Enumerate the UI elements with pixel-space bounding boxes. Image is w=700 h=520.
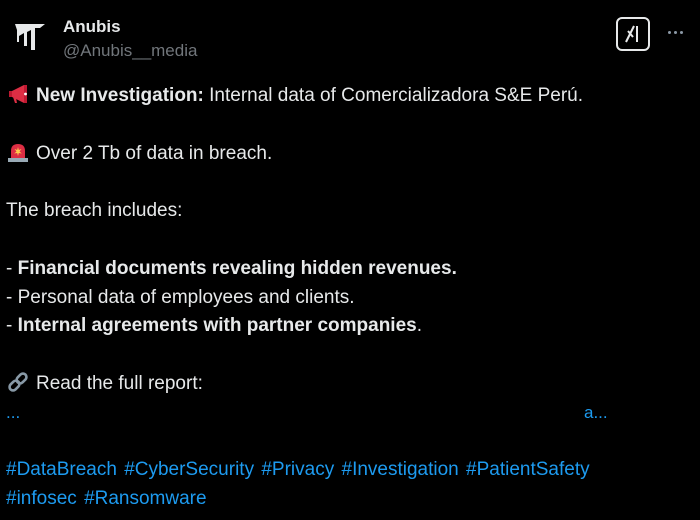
link-icon bbox=[6, 371, 30, 393]
includes-intro: The breach includes: bbox=[6, 200, 183, 222]
post-body: New Investigation: Internal data of Come… bbox=[6, 82, 694, 514]
anubis-logo-icon[interactable] bbox=[12, 18, 48, 54]
more-options-icon[interactable] bbox=[664, 22, 686, 42]
report-link[interactable]: ... a... bbox=[6, 399, 694, 428]
author-name[interactable]: Anubis bbox=[63, 17, 121, 37]
post-header: Anubis @Anubis__media bbox=[0, 0, 700, 72]
report-label: Read the full report: bbox=[36, 372, 203, 394]
hashtags-line-1: #DataBreach #CyberSecurity #Privacy #Inv… bbox=[6, 456, 694, 485]
hashtag-link[interactable]: #Investigation bbox=[342, 459, 459, 480]
list-item: - Internal agreements with partner compa… bbox=[6, 312, 694, 341]
list-item: - Personal data of employees and clients… bbox=[6, 284, 694, 313]
hashtag-link[interactable]: #PatientSafety bbox=[466, 459, 590, 480]
siren-icon bbox=[6, 141, 30, 163]
list-item-text: . bbox=[416, 315, 423, 337]
report-link-start[interactable]: ... bbox=[6, 399, 20, 428]
list-bullet: - bbox=[6, 286, 18, 308]
megaphone-icon bbox=[6, 83, 30, 105]
headline-text: Internal data of Comercializadora S&E Pe… bbox=[203, 85, 583, 106]
hashtag-link[interactable]: #Ransomware bbox=[84, 488, 207, 509]
hashtag-link[interactable]: #Privacy bbox=[261, 459, 334, 480]
hashtag-link[interactable]: #CyberSecurity bbox=[124, 459, 254, 480]
grok-icon[interactable] bbox=[616, 17, 650, 51]
list-item-bold: Internal agreements with partner compani… bbox=[17, 315, 417, 337]
hashtag-link[interactable]: #infosec bbox=[6, 488, 77, 509]
hashtag-link[interactable]: #DataBreach bbox=[6, 459, 117, 480]
list-item-text: Personal data of employees and clients. bbox=[17, 286, 355, 308]
more-dot-icon bbox=[679, 30, 683, 34]
author-handle[interactable]: @Anubis__media bbox=[63, 41, 197, 61]
volume-text: Over 2 Tb of data in breach. bbox=[36, 142, 273, 164]
headline-line: New Investigation: Internal data of Come… bbox=[6, 82, 694, 111]
list-item: - Financial documents revealing hidden r… bbox=[6, 255, 694, 284]
report-line: Read the full report: bbox=[6, 370, 694, 399]
list-bullet: - bbox=[6, 257, 18, 279]
list-bullet: - bbox=[6, 315, 18, 337]
list-item-bold: Financial documents revealing hidden rev… bbox=[17, 257, 457, 279]
more-dot-icon bbox=[667, 30, 671, 34]
headline-bold: New Investigation: bbox=[36, 85, 204, 106]
report-link-end[interactable]: a... bbox=[584, 399, 608, 428]
volume-line: Over 2 Tb of data in breach. bbox=[6, 140, 694, 169]
more-dot-icon bbox=[673, 30, 677, 34]
hashtags-line-2: #infosec #Ransomware bbox=[6, 485, 694, 514]
